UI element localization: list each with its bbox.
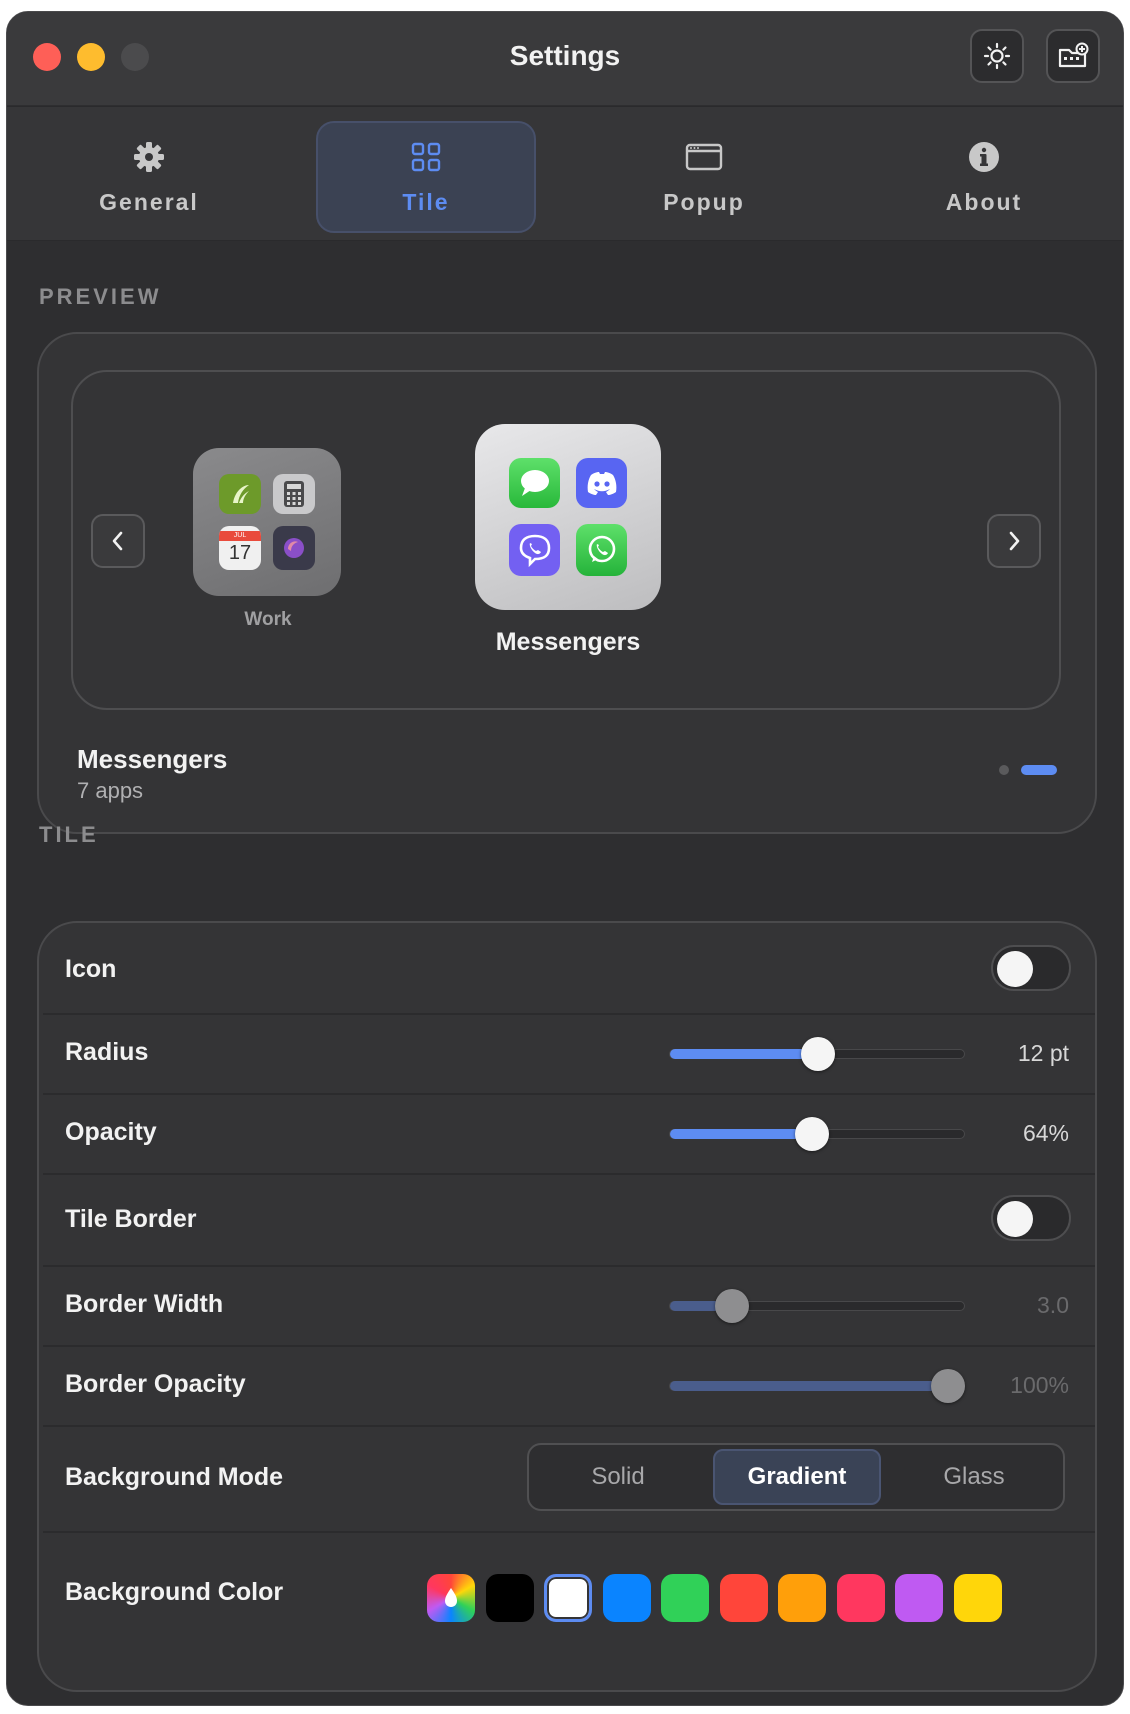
messengers-folder-tile[interactable] — [475, 424, 661, 610]
selected-group-name: Messengers — [77, 744, 228, 774]
work-folder-tile[interactable]: JUL 17 — [193, 448, 341, 596]
tab-about[interactable]: About — [874, 121, 1094, 233]
settings-window: Settings General Tile Popup About PREVIE… — [6, 11, 1124, 1706]
opacity-value: 64% — [1022, 1120, 1069, 1146]
viber-icon — [509, 524, 560, 576]
color-swatch[interactable] — [544, 1574, 592, 1622]
preview-section-title: PREVIEW — [39, 284, 162, 309]
tile-section-title: TILE — [39, 822, 99, 847]
slider-knob[interactable] — [715, 1289, 750, 1323]
icon-row: Icon — [39, 923, 1095, 1013]
opacity-label: Opacity — [65, 1118, 157, 1146]
color-swatch[interactable] — [485, 1574, 534, 1622]
background-color-label: Background Color — [65, 1578, 284, 1606]
tab-popup[interactable]: Popup — [594, 121, 814, 233]
border-width-slider[interactable] — [669, 1289, 965, 1323]
tab-about-label: About — [945, 188, 1023, 215]
background-mode-label: Background Mode — [65, 1463, 284, 1491]
mode-solid-option[interactable]: Solid — [533, 1449, 703, 1505]
tile-border-toggle[interactable] — [991, 1195, 1071, 1241]
calculator-icon — [273, 474, 315, 514]
toggle-knob — [997, 1201, 1033, 1237]
tab-general-label: General — [99, 188, 199, 215]
previous-group-button[interactable] — [91, 514, 145, 568]
tab-tile[interactable]: Tile — [316, 121, 536, 233]
add-group-button[interactable] — [1046, 29, 1100, 83]
border-width-row: Border Width 3.0 — [39, 1267, 1095, 1345]
theme-toggle-button[interactable] — [970, 29, 1024, 83]
slider-knob[interactable] — [931, 1369, 966, 1403]
radius-value: 12 pt — [1017, 1040, 1069, 1066]
tab-popup-label: Popup — [663, 188, 745, 215]
whatsapp-icon — [576, 524, 627, 576]
border-opacity-label: Border Opacity — [65, 1370, 246, 1398]
toggle-knob — [997, 951, 1033, 987]
window-title: Settings — [509, 40, 621, 71]
border-opacity-slider[interactable] — [669, 1369, 966, 1403]
next-group-button[interactable] — [987, 514, 1041, 568]
background-color-row: Background Color — [39, 1533, 1095, 1663]
border-opacity-value: 100% — [1010, 1372, 1069, 1398]
background-mode-row: Background Mode Solid Gradient Glass — [39, 1427, 1095, 1531]
color-swatch[interactable] — [895, 1574, 943, 1622]
feedly-icon — [219, 474, 261, 514]
slider-fill — [670, 1381, 949, 1391]
mode-gradient-option[interactable]: Gradient — [713, 1449, 881, 1505]
opacity-row: Opacity 64% — [39, 1095, 1095, 1173]
mode-glass-option[interactable]: Glass — [889, 1449, 1059, 1505]
radius-label: Radius — [65, 1038, 149, 1066]
color-swatch[interactable] — [719, 1574, 768, 1622]
slider-knob[interactable] — [795, 1117, 830, 1151]
opacity-slider[interactable] — [669, 1117, 965, 1151]
border-opacity-row: Border Opacity 100% — [39, 1347, 1095, 1425]
gear-icon — [134, 141, 164, 172]
tile-settings-card: Icon Radius 12 pt Opacity 64% Tile Borde… — [37, 921, 1097, 1692]
add-folder-icon — [1058, 42, 1089, 68]
preview-card: JUL 17 Work Messengers Messengers 7 apps — [37, 332, 1097, 834]
page-indicator-dot[interactable] — [999, 765, 1009, 775]
selected-group-count: 7 apps — [77, 778, 144, 803]
messages-icon — [509, 458, 560, 508]
droplet-icon — [445, 1588, 457, 1607]
slider-knob[interactable] — [801, 1037, 835, 1071]
arc-icon — [273, 526, 315, 570]
background-mode-segmented-control: Solid Gradient Glass — [527, 1443, 1065, 1511]
grid-icon — [411, 142, 441, 171]
window-icon — [685, 143, 723, 170]
color-swatch[interactable] — [602, 1574, 651, 1622]
icon-label: Icon — [65, 955, 117, 983]
sun-icon — [983, 42, 1011, 70]
tab-general[interactable]: General — [39, 121, 259, 233]
calendar-icon: JUL 17 — [219, 526, 261, 570]
border-width-label: Border Width — [65, 1290, 224, 1318]
info-icon — [969, 141, 999, 172]
icon-toggle[interactable] — [991, 945, 1071, 991]
color-swatch[interactable] — [836, 1574, 885, 1622]
color-swatch[interactable] — [953, 1574, 1002, 1622]
tab-tile-label: Tile — [402, 188, 450, 215]
preview-carousel: JUL 17 Work Messengers — [71, 370, 1061, 710]
messengers-folder-label: Messengers — [495, 628, 641, 656]
chevron-right-icon — [1009, 531, 1020, 551]
custom-color-picker-swatch[interactable] — [427, 1574, 475, 1622]
slider-fill — [670, 1049, 818, 1059]
tile-border-row: Tile Border — [39, 1175, 1095, 1265]
radius-slider[interactable] — [669, 1037, 965, 1071]
tab-bar: General Tile Popup About — [7, 106, 1123, 241]
color-swatch[interactable] — [778, 1574, 826, 1622]
radius-row: Radius 12 pt — [39, 1015, 1095, 1093]
discord-icon — [576, 458, 627, 508]
chevron-left-icon — [112, 531, 123, 551]
tile-border-label: Tile Border — [65, 1205, 197, 1233]
color-swatch[interactable] — [661, 1574, 709, 1622]
work-folder-label: Work — [244, 609, 292, 630]
title-bar: Settings — [7, 12, 1123, 105]
border-width-value: 3.0 — [1037, 1292, 1069, 1318]
slider-fill — [670, 1129, 813, 1139]
page-indicator-dot-active[interactable] — [1021, 765, 1057, 775]
